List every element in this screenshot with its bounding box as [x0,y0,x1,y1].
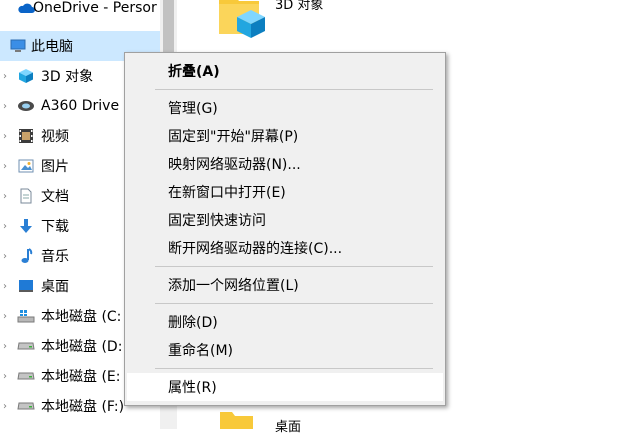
drive-c-icon [17,307,35,325]
menu-item-disconnect-network-drive[interactable]: 断开网络驱动器的连接(C)... [127,234,443,262]
chevron-right-icon[interactable]: › [0,311,10,322]
download-icon [17,217,35,235]
folder-3d-icon [217,0,269,46]
menu-item-collapse[interactable]: 折叠(A) [127,57,443,85]
drive-icon [17,367,35,385]
chevron-right-icon[interactable]: › [0,101,10,112]
drive-icon [17,337,35,355]
menu-item-delete[interactable]: 删除(D) [127,308,443,336]
menu-item-pin-to-start[interactable]: 固定到"开始"屏幕(P) [127,122,443,150]
nav-label-music: 音乐 [41,249,69,265]
cube-icon [17,67,35,85]
menu-item-map-network-drive[interactable]: 映射网络驱动器(N)... [127,150,443,178]
nav-label-desktop: 桌面 [41,279,69,295]
folder-desktop[interactable] [219,410,259,429]
chevron-right-icon[interactable]: › [0,371,10,382]
chevron-right-icon[interactable]: › [0,341,10,352]
menu-label-pin-quick-access: 固定到快速访问 [168,213,266,229]
menu-item-rename[interactable]: 重命名(M) [127,336,443,364]
desktop-icon [17,277,35,295]
picture-icon [17,157,35,175]
menu-separator [155,266,433,267]
nav-label-drive-f: 本地磁盘 (F:) [41,399,125,415]
chevron-right-icon[interactable]: › [0,131,10,142]
menu-label-add-network-location: 添加一个网络位置(L) [168,278,299,294]
chevron-right-icon[interactable]: › [0,221,10,232]
menu-item-add-network-location[interactable]: 添加一个网络位置(L) [127,271,443,299]
computer-icon [9,37,27,55]
menu-label-disconnect-network-drive: 断开网络驱动器的连接(C)... [168,241,343,257]
nav-label-this-pc: 此电脑 [31,39,73,55]
nav-label-drive-c: 本地磁盘 (C: [41,309,122,325]
menu-label-map-network-drive: 映射网络驱动器(N)... [168,157,301,173]
chevron-right-icon[interactable]: › [0,251,10,262]
drive-icon [17,397,35,415]
menu-separator [155,303,433,304]
nav-label-drive-d: 本地磁盘 (D: [41,339,123,355]
nav-label-documents: 文档 [41,189,69,205]
menu-item-properties[interactable]: 属性(R) [127,373,443,401]
chevron-right-icon[interactable]: › [0,191,10,202]
menu-label-delete: 删除(D) [168,315,218,331]
nav-label-3d-objects: 3D 对象 [41,69,94,85]
chevron-right-icon[interactable]: › [0,161,10,172]
chevron-right-icon[interactable]: › [0,281,10,292]
nav-label-downloads: 下载 [41,219,69,235]
nav-label-videos: 视频 [41,129,69,145]
folder-icon [219,410,255,429]
a360-icon [17,97,35,115]
nav-label-onedrive: OneDrive - Persor [33,0,157,16]
nav-label-drive-e: 本地磁盘 (E: [41,369,121,385]
nav-item-onedrive[interactable]: OneDrive - Persor [0,0,160,23]
document-icon [17,187,35,205]
chevron-right-icon[interactable]: › [0,401,10,412]
chevron-right-icon[interactable]: › [0,71,10,82]
context-menu: 折叠(A) 管理(G) 固定到"开始"屏幕(P) 映射网络驱动器(N)... 在… [124,52,446,406]
video-icon [17,127,35,145]
nav-label-pictures: 图片 [41,159,69,175]
nav-label-a360-drive: A360 Drive [41,98,120,114]
folder-desktop-label: 桌面 [275,420,302,435]
folder-3d-objects-label: 3D 对象 [275,0,324,13]
menu-separator [155,89,433,90]
menu-item-manage[interactable]: 管理(G) [127,94,443,122]
menu-label-open-new-window: 在新窗口中打开(E) [168,185,286,201]
folder-3d-objects[interactable] [217,0,277,44]
music-icon [17,247,35,265]
menu-label-manage: 管理(G) [168,101,218,117]
menu-label-collapse: 折叠(A) [168,64,220,80]
menu-separator [155,368,433,369]
menu-label-properties: 属性(R) [168,380,217,396]
menu-label-rename: 重命名(M) [168,343,234,359]
menu-item-pin-quick-access[interactable]: 固定到快速访问 [127,206,443,234]
menu-item-open-new-window[interactable]: 在新窗口中打开(E) [127,178,443,206]
menu-label-pin-to-start: 固定到"开始"屏幕(P) [168,129,299,145]
